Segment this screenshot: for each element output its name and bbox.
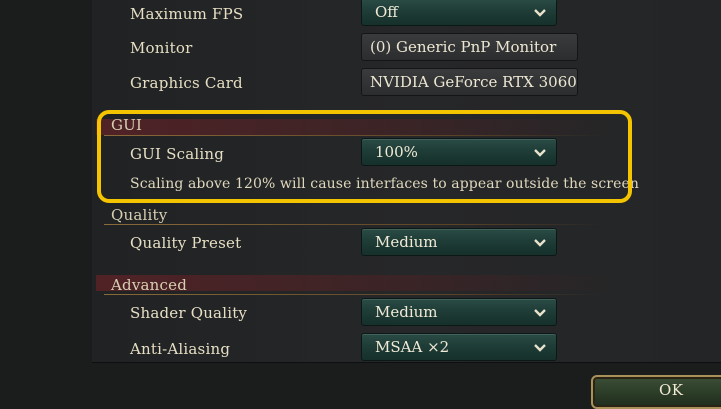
advanced-section-title: Advanced — [111, 276, 187, 294]
max-fps-dropdown[interactable]: Off — [361, 0, 557, 26]
advanced-section-divider — [104, 294, 604, 295]
monitor-value: (0) Generic PnP Monitor — [370, 38, 557, 56]
anti-aliasing-value: MSAA ×2 — [375, 338, 450, 356]
shader-quality-label: Shader Quality — [130, 304, 248, 322]
anti-aliasing-dropdown[interactable]: MSAA ×2 — [361, 333, 557, 361]
ok-button-label: OK — [659, 381, 684, 399]
monitor-field: (0) Generic PnP Monitor — [361, 33, 578, 61]
graphics-card-field: NVIDIA GeForce RTX 3060 — [361, 68, 578, 96]
graphics-card-label: Graphics Card — [130, 74, 243, 92]
quality-preset-label: Quality Preset — [130, 234, 242, 252]
max-fps-value: Off — [375, 3, 398, 21]
chevron-down-icon — [534, 344, 546, 352]
ok-button[interactable]: OK — [591, 375, 721, 409]
chevron-down-icon — [534, 9, 546, 17]
quality-section-divider — [104, 224, 604, 225]
monitor-label: Monitor — [130, 39, 193, 57]
max-fps-label: Maximum FPS — [130, 5, 244, 23]
chevron-down-icon — [534, 239, 546, 247]
shader-quality-dropdown[interactable]: Medium — [361, 298, 557, 326]
chevron-down-icon — [534, 309, 546, 317]
quality-preset-value: Medium — [375, 233, 438, 251]
gui-highlight-box — [97, 110, 632, 203]
graphics-card-value: NVIDIA GeForce RTX 3060 — [370, 73, 577, 91]
quality-section-title: Quality — [111, 206, 168, 224]
quality-preset-dropdown[interactable]: Medium — [361, 228, 557, 256]
anti-aliasing-label: Anti-Aliasing — [130, 340, 231, 358]
shader-quality-value: Medium — [375, 303, 438, 321]
